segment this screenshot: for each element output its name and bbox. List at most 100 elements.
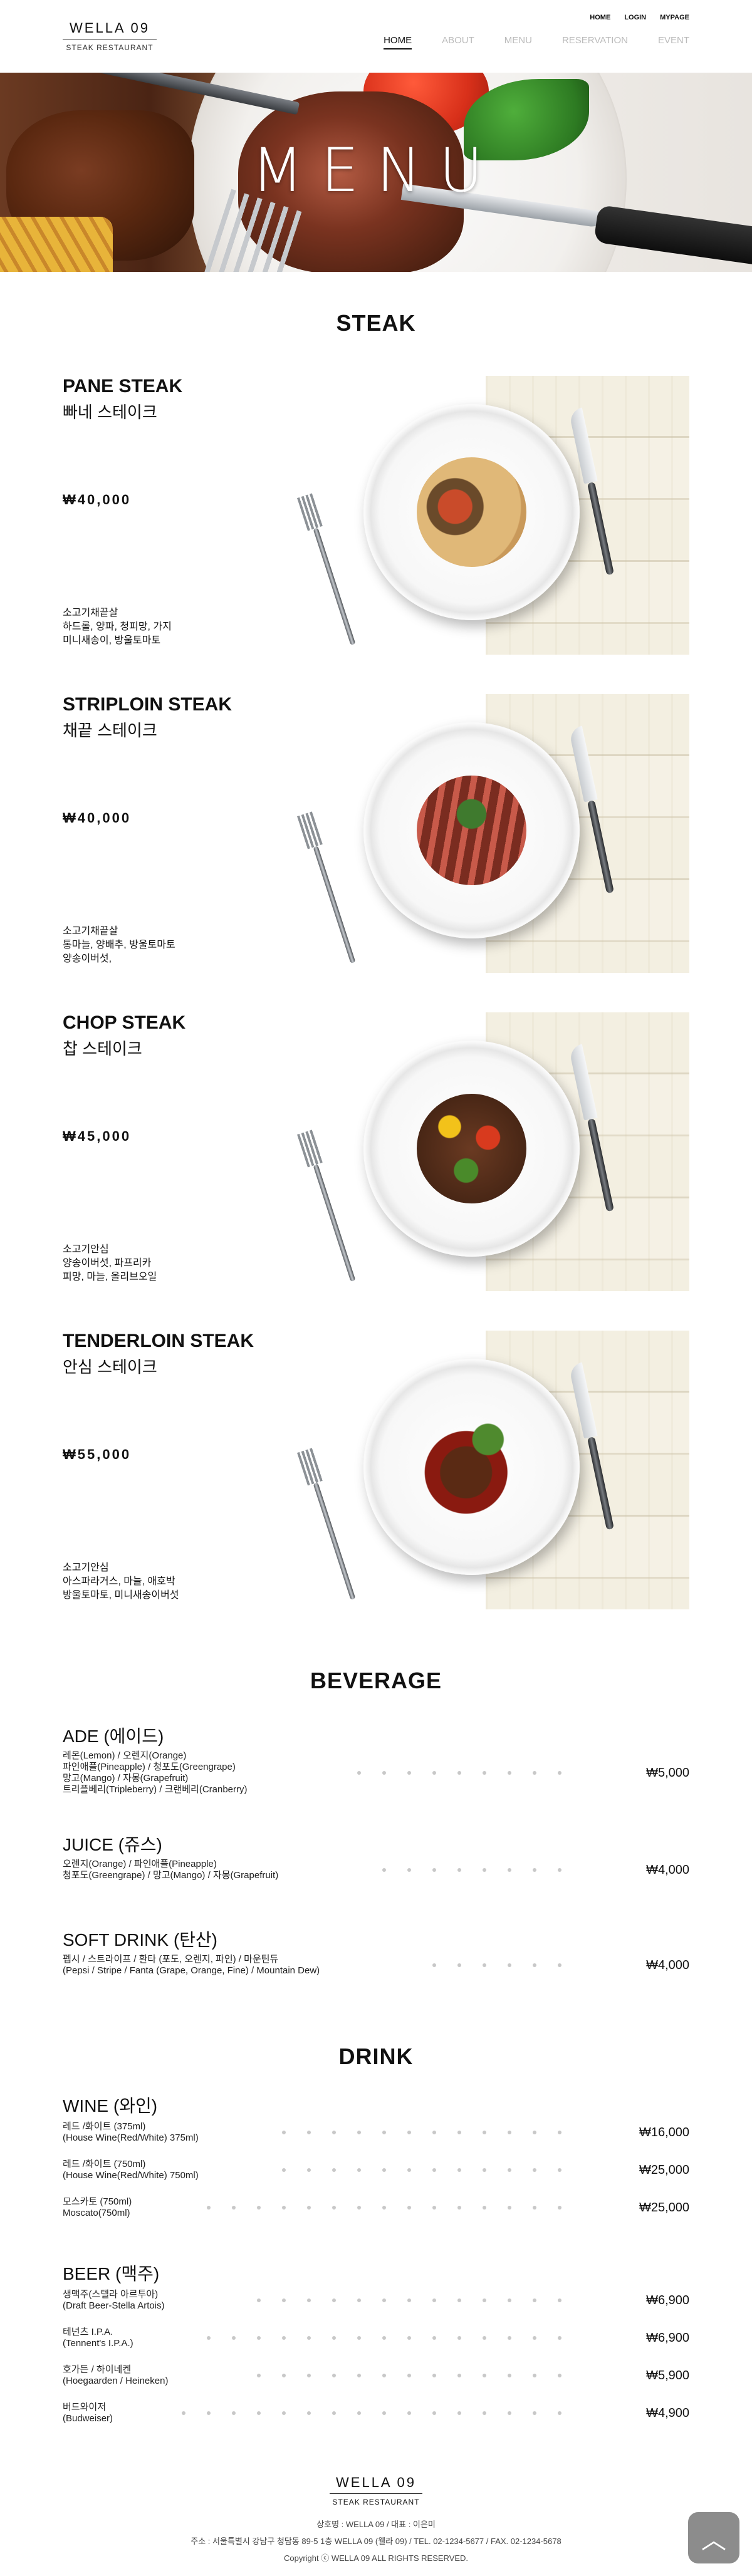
nav-reservation[interactable]: RESERVATION [562, 35, 628, 49]
leader-dot [282, 2411, 286, 2415]
leader-dot [508, 2298, 511, 2302]
leader-dot [382, 1771, 386, 1775]
beverage-section-title: BEVERAGE [310, 1668, 442, 1693]
leader-dot [382, 2411, 386, 2415]
row-price: ₩25,000 [639, 2163, 689, 2177]
footer-logo-subtitle: STEAK RESTAURANT [332, 2498, 420, 2506]
leader-dot [357, 2374, 361, 2377]
leader-dot [483, 2131, 486, 2134]
steak-price: ₩45,000 [63, 1128, 132, 1144]
leader-dot [558, 2168, 561, 2172]
leader-dot [432, 2131, 436, 2134]
steak-description: 소고기채끝살 통마늘, 양배추, 방울토마토 양송이버섯, [63, 925, 175, 966]
drink-section-title: DRINK [338, 2044, 414, 2069]
nav-menu[interactable]: MENU [504, 35, 532, 49]
site-footer: WELLA 09 STEAK RESTAURANT 상호명 : WELLA 09… [0, 2475, 752, 2576]
util-mypage-link[interactable]: MYPAGE [660, 14, 689, 21]
leader-dot [357, 1771, 361, 1775]
category-title: ADE (에이드) [63, 1727, 164, 1746]
steak-name-ko: 찹 스테이크 [63, 1039, 142, 1058]
steak-description: 소고기안심 아스파라거스, 마늘, 애호박 방울토마토, 미니새송이버섯 [63, 1561, 179, 1602]
steak-ingredient-line: 양송이버섯, [63, 953, 112, 964]
leader-dot [508, 2336, 511, 2340]
nav-event[interactable]: EVENT [658, 35, 689, 49]
row-description: 오렌지(Orange) / 파인애플(Pineapple) 청포도(Greengr… [63, 1859, 689, 1881]
row-price: ₩4,900 [646, 2406, 689, 2420]
leader-dot [483, 2298, 486, 2302]
leader-dot [332, 2206, 336, 2210]
main-nav: HOME ABOUT MENU RESERVATION EVENT [384, 35, 689, 49]
nav-home[interactable]: HOME [384, 35, 412, 49]
leader-dot [382, 2336, 386, 2340]
leader-dot [432, 2298, 436, 2302]
util-home-link[interactable]: HOME [590, 14, 610, 21]
row-price: ₩25,000 [639, 2200, 689, 2215]
leader-dot [282, 2206, 286, 2210]
menu-row: 펩시 / 스트라이프 / 환타 (포도, 오렌지, 파인) / 마운틴듀 (Pep… [63, 1954, 689, 1976]
hero-knife-handle-image [593, 204, 752, 267]
leader-dot [382, 2298, 386, 2302]
leader-dots [207, 2196, 583, 2219]
leader-dot [508, 2168, 511, 2172]
leader-dot [332, 2131, 336, 2134]
leader-dot [357, 2336, 361, 2340]
leader-dot [533, 1771, 536, 1775]
leader-dot [257, 2206, 261, 2210]
leader-dot [182, 2411, 185, 2415]
menu-category: WINE (와인) 레드 /화이트 (375ml) (House Wine(Red/… [63, 2092, 689, 2230]
leader-dot [407, 2168, 411, 2172]
leader-dot [382, 2131, 386, 2134]
leader-dot [307, 2336, 311, 2340]
menu-category: SOFT DRINK (탄산) 펩시 / 스트라이프 / 환타 (포도, 오렌지,… [63, 1926, 689, 1983]
row-price: ₩4,000 [646, 1958, 689, 1972]
steak-description: 소고기채끝살 하드롤, 양파, 청피망, 가지 미니새송이, 방울토마토 [63, 606, 172, 648]
leader-dot [232, 2336, 236, 2340]
leader-dots [357, 1750, 583, 1795]
leader-dot [432, 2336, 436, 2340]
row-description: 펩시 / 스트라이프 / 환타 (포도, 오렌지, 파인) / 마운틴듀 (Pep… [63, 1954, 689, 1976]
menu-category: ADE (에이드) 레몬(Lemon) / 오렌지(Orange) 파인애플(Pin… [63, 1723, 689, 1810]
leader-dot [533, 1963, 536, 1967]
footer-address: 주소 : 서울특별시 강남구 청담동 89-5 1층 WELLA 09 (웰라 … [191, 2537, 561, 2546]
leader-dot [332, 2298, 336, 2302]
leader-dot [407, 2131, 411, 2134]
leader-dot [558, 2206, 561, 2210]
leader-dot [533, 2374, 536, 2377]
logo[interactable]: WELLA 09 STEAK RESTAURANT [63, 20, 157, 52]
leader-dot [558, 1771, 561, 1775]
leader-dot [207, 2206, 211, 2210]
row-price: ₩5,000 [646, 1765, 689, 1780]
leader-dot [483, 1771, 486, 1775]
leader-dot [533, 2411, 536, 2415]
leader-dot [533, 2336, 536, 2340]
leader-dot [533, 2298, 536, 2302]
steak-ingredient-line: 하드롤, 양파, 청피망, 가지 [63, 621, 172, 632]
site-header: WELLA 09 STEAK RESTAURANT HOME LOGIN MYP… [0, 0, 752, 73]
steak-price: ₩40,000 [63, 492, 132, 507]
leader-dot [508, 1868, 511, 1872]
leader-dot [232, 2206, 236, 2210]
util-login-link[interactable]: LOGIN [624, 14, 646, 21]
leader-dot [533, 2168, 536, 2172]
row-price: ₩4,000 [646, 1862, 689, 1877]
row-text-line: 오렌지(Orange) / 파인애플(Pineapple) [63, 1859, 217, 1869]
leader-dot [508, 2411, 511, 2415]
menu-row: 생맥주(스텔라 아르투아) (Draft Beer-Stella Artois) ₩… [63, 2289, 689, 2312]
steak-item: PANE STEAK 빠네 스테이크 ₩40,000 소고기채끝살 하드롤, 양파, 청… [63, 376, 689, 655]
leader-dot [508, 1771, 511, 1775]
leader-dot [508, 2374, 511, 2377]
logo-subtitle: STEAK RESTAURANT [66, 43, 154, 52]
scroll-top-button[interactable]: ︿ [688, 2512, 739, 2563]
steak-name-en: TENDERLOIN STEAK [63, 1331, 254, 1351]
nav-about[interactable]: ABOUT [442, 35, 474, 49]
leader-dot [558, 1868, 561, 1872]
menu-row: 모스카토 (750ml) Moscato(750ml) ₩25,000 [63, 2196, 689, 2219]
steak-dish-image [417, 457, 526, 567]
row-text-line: 청포도(Greengrape) / 망고(Mango) / 자몽(Grapefr… [63, 1870, 279, 1881]
leader-dot [407, 2298, 411, 2302]
hero-banner: MENU [0, 73, 752, 272]
leader-dot [207, 2336, 211, 2340]
menu-row: 오렌지(Orange) / 파인애플(Pineapple) 청포도(Greengr… [63, 1859, 689, 1881]
leader-dot [257, 2298, 261, 2302]
steak-name-ko: 빠네 스테이크 [63, 403, 157, 422]
